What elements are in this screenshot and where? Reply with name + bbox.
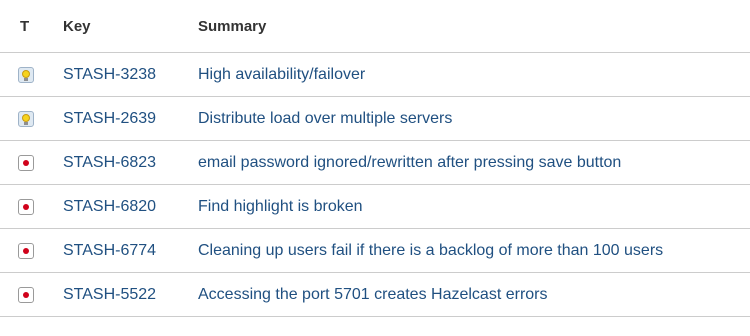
table-row: STASH-5522 Accessing the port 5701 creat… (0, 273, 750, 317)
issue-key-link[interactable]: STASH-6774 (63, 242, 156, 260)
issue-summary-link[interactable]: Cleaning up users fail if there is a bac… (198, 242, 663, 260)
issue-key-link[interactable]: STASH-5522 (63, 286, 156, 304)
issue-table: T Key Summary STASH-3238 High availabili… (0, 0, 750, 317)
header-type: T (20, 17, 30, 35)
improvement-icon (18, 66, 34, 83)
issue-key-link[interactable]: STASH-3238 (63, 66, 156, 84)
issue-summary-link[interactable]: Distribute load over multiple servers (198, 110, 452, 128)
issue-key-link[interactable]: STASH-6823 (63, 154, 156, 172)
bug-icon (18, 154, 34, 171)
table-row: STASH-3238 High availability/failover (0, 53, 750, 97)
bug-icon (18, 286, 34, 303)
issue-summary-link[interactable]: email password ignored/rewritten after p… (198, 154, 621, 172)
improvement-icon (18, 110, 34, 127)
table-row: STASH-2639 Distribute load over multiple… (0, 97, 750, 141)
bug-icon (18, 242, 34, 259)
table-header: T Key Summary (0, 0, 750, 53)
bug-icon (18, 198, 34, 215)
header-summary: Summary (198, 17, 267, 35)
issue-key-link[interactable]: STASH-6820 (63, 198, 156, 216)
table-row: STASH-6774 Cleaning up users fail if the… (0, 229, 750, 273)
issue-key-link[interactable]: STASH-2639 (63, 110, 156, 128)
issue-summary-link[interactable]: High availability/failover (198, 66, 365, 84)
issue-summary-link[interactable]: Find highlight is broken (198, 198, 363, 216)
table-row: STASH-6820 Find highlight is broken (0, 185, 750, 229)
table-row: STASH-6823 email password ignored/rewrit… (0, 141, 750, 185)
header-key: Key (63, 17, 91, 35)
issue-summary-link[interactable]: Accessing the port 5701 creates Hazelcas… (198, 286, 548, 304)
